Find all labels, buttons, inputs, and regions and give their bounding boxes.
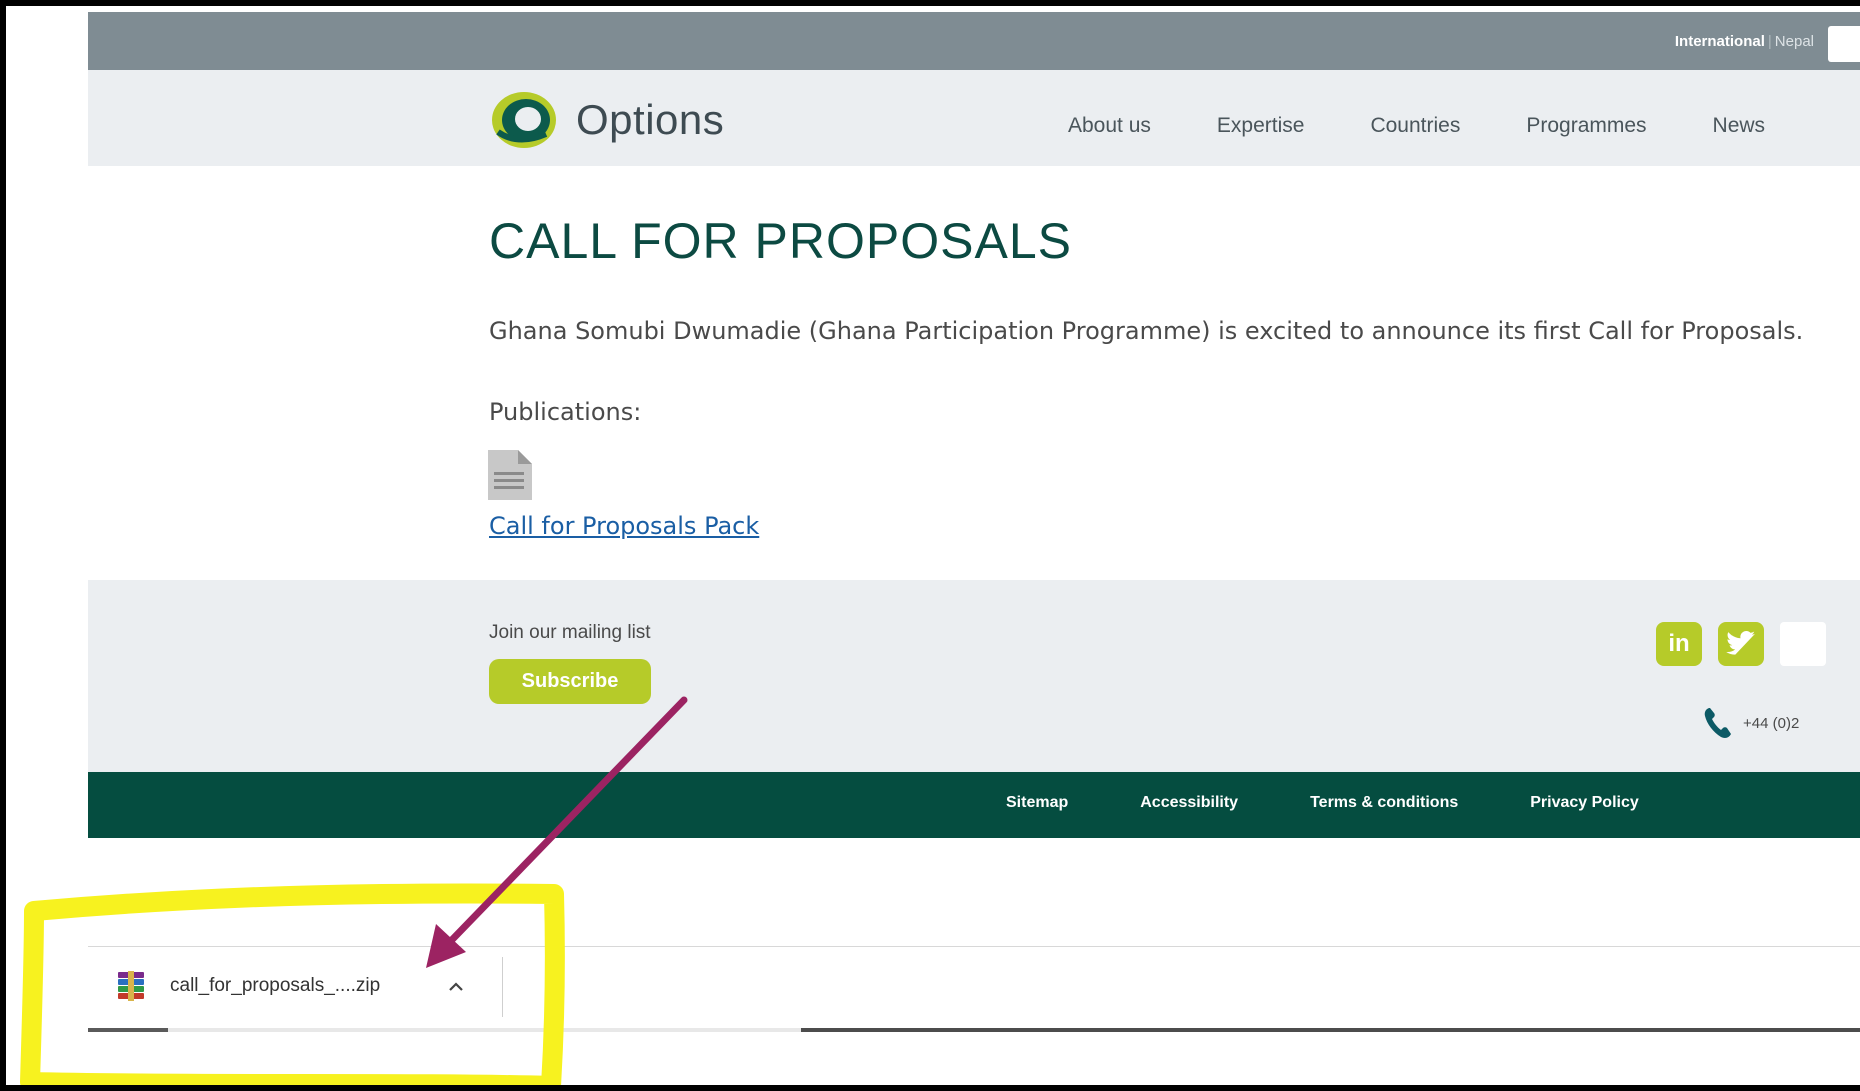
linkedin-icon[interactable]: in: [1656, 622, 1702, 666]
footer-terms-link[interactable]: Terms & conditions: [1310, 794, 1458, 812]
main-nav: About us Expertise Countries Programmes …: [1068, 114, 1831, 138]
region-separator: |: [1767, 33, 1772, 50]
chevron-up-icon[interactable]: [446, 977, 466, 997]
footer-privacy-link[interactable]: Privacy Policy: [1530, 794, 1639, 812]
twitter-bird-icon: [1726, 631, 1756, 655]
download-filename: call_for_proposals_....zip: [170, 975, 381, 996]
options-logo-icon: [492, 92, 556, 148]
footer-mailing-section: Join our mailing list Subscribe in +44 (…: [88, 580, 1860, 772]
nav-countries[interactable]: Countries: [1370, 114, 1460, 138]
intro-text: Ghana Somubi Dwumadie (Ghana Participati…: [489, 317, 1804, 345]
shelf-scroll-segment-left: [88, 1028, 168, 1032]
region-international-link[interactable]: International: [1675, 33, 1765, 50]
footer-sitemap-link[interactable]: Sitemap: [1006, 794, 1068, 812]
region-nepal-link[interactable]: Nepal: [1775, 33, 1814, 50]
document-icon[interactable]: [488, 450, 532, 500]
zip-file-icon: [118, 971, 144, 1001]
phone-contact: +44 (0)2: [1703, 706, 1799, 740]
top-search-box[interactable]: [1828, 26, 1860, 62]
web-page: International | Nepal Options About us Exp…: [88, 12, 1860, 1052]
region-bar: International | Nepal: [88, 12, 1860, 70]
download-item[interactable]: call_for_proposals_....zip: [116, 971, 380, 1001]
nav-programmes[interactable]: Programmes: [1526, 114, 1646, 138]
shelf-scroll-segment-right: [801, 1028, 1860, 1032]
page-title: CALL FOR PROPOSALS: [489, 213, 1072, 269]
phone-icon: [1704, 708, 1731, 738]
footer-links: Sitemap Accessibility Terms & conditions…: [1006, 794, 1711, 812]
phone-number[interactable]: +44 (0)2: [1743, 715, 1799, 732]
nav-expertise[interactable]: Expertise: [1217, 114, 1305, 138]
twitter-icon[interactable]: [1718, 622, 1764, 666]
footer-accessibility-link[interactable]: Accessibility: [1140, 794, 1238, 812]
social-links: in: [1656, 622, 1826, 666]
mailing-list-label: Join our mailing list: [489, 622, 651, 643]
logo-text: Options: [576, 96, 725, 143]
region-switcher: International | Nepal: [1675, 33, 1814, 50]
nav-about-us[interactable]: About us: [1068, 114, 1151, 138]
nav-news[interactable]: News: [1713, 114, 1766, 138]
screenshot-frame: International | Nepal Options About us Exp…: [0, 0, 1860, 1091]
call-for-proposals-pack-link[interactable]: Call for Proposals Pack: [489, 512, 759, 540]
shelf-divider: [502, 957, 503, 1017]
footer-links-bar: Sitemap Accessibility Terms & conditions…: [88, 772, 1860, 838]
site-logo[interactable]: Options: [488, 88, 724, 152]
download-shelf: call_for_proposals_....zip: [88, 946, 1860, 1031]
subscribe-button[interactable]: Subscribe: [489, 659, 651, 704]
publications-label: Publications:: [489, 398, 642, 426]
site-header: Options About us Expertise Countries Pro…: [88, 70, 1860, 166]
social-extra-placeholder[interactable]: [1780, 622, 1826, 666]
